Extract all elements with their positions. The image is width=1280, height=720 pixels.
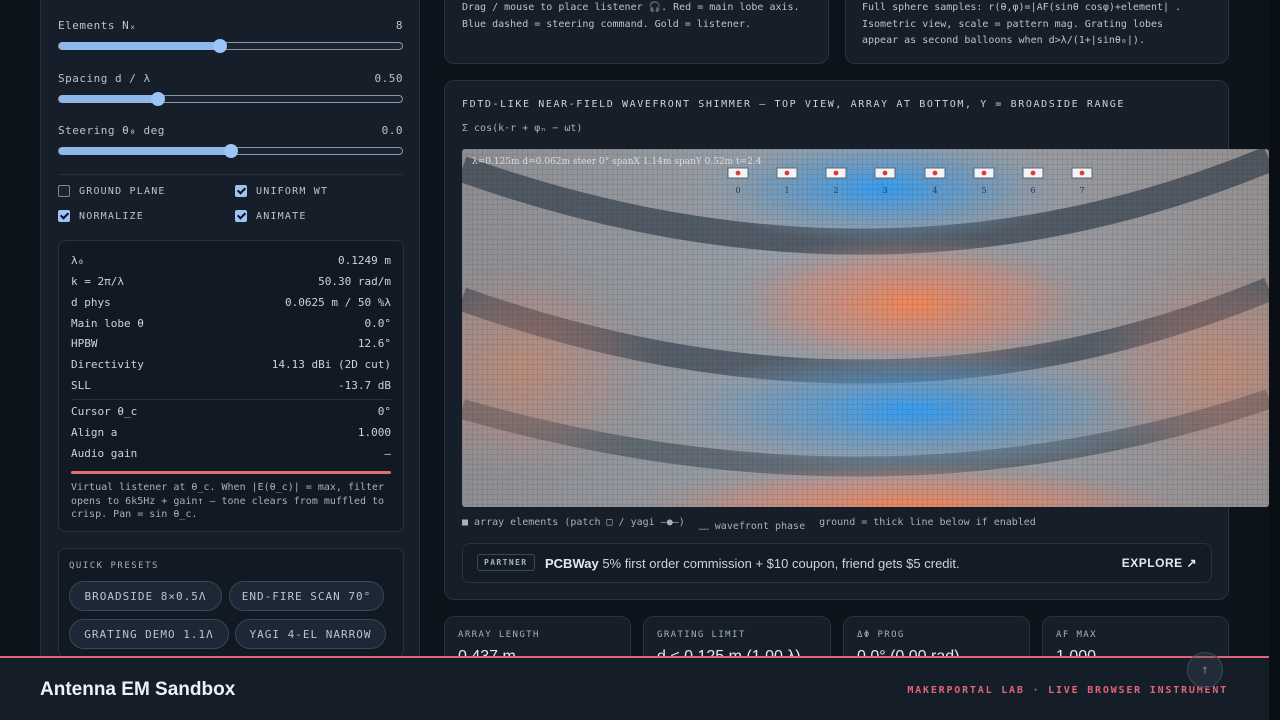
info-line: Isometric view, scale = pattern mag. Gra…: [862, 18, 1164, 30]
info-line: Full sphere samples: r(θ,φ)=|AF(sinθ cos…: [862, 2, 1182, 13]
preset-yagi-button[interactable]: YAGI 4-EL NARROW: [235, 619, 386, 649]
element-index: 2: [833, 186, 838, 195]
readout-panel: λ₀ 0.1249 m k = 2π/λ 50.30 rad/m d phys 0.0…: [58, 240, 404, 532]
info-card-pattern: Drag / mouse to place listener 🎧. Red = …: [444, 0, 829, 64]
window-edge: [1269, 0, 1280, 720]
stat-heading: ΔΦ PROG: [857, 630, 905, 640]
animate-checkbox[interactable]: ANIMATE: [235, 210, 307, 222]
readout-value: 0.0625 m / 50 %λ: [285, 296, 391, 309]
partner-banner[interactable]: PARTNER PCBWay 5% first order commission…: [462, 543, 1212, 583]
elements-track[interactable]: [58, 39, 403, 53]
uniform-wt-checkbox[interactable]: UNIFORM WT: [235, 185, 328, 197]
elements-value: 8: [395, 19, 403, 32]
readout-key: d phys: [71, 296, 111, 309]
readout-key: Main lobe θ: [71, 317, 144, 330]
readout-key: Cursor θ_c: [71, 405, 138, 418]
readout-value: 14.13 dBi (2D cut): [271, 358, 391, 371]
readout-value: 0.0°: [364, 317, 392, 330]
readout-value: 1.000: [357, 426, 391, 439]
steering-track[interactable]: [58, 144, 403, 158]
animate-box[interactable]: [235, 210, 247, 222]
elements-thumb[interactable]: [213, 39, 228, 53]
partner-badge: PARTNER: [477, 554, 535, 571]
element-index: 1: [784, 186, 789, 195]
preset-grating-button[interactable]: GRATING DEMO 1.1Λ: [69, 619, 229, 649]
steering-value: 0.0: [381, 124, 403, 137]
spacing-slider[interactable]: Spacing d / λ 0.50: [58, 72, 403, 106]
footer-bar: Antenna EM Sandbox MAKERPORTAL LAB · LIV…: [0, 656, 1269, 720]
quick-presets: QUICK PRESETS BROADSIDE 8×0.5Λ END-FIRE …: [58, 548, 404, 658]
steering-label: Steering θ₀ deg: [58, 124, 165, 137]
element-index: 3: [882, 186, 887, 195]
control-panel: Elements Nₓ 8 Spacing d / λ 0.50 Steering …: [40, 0, 420, 680]
lab-tagline: MAKERPORTAL LAB · LIVE BROWSER INSTRUMEN…: [907, 685, 1228, 696]
preset-broadside-button[interactable]: BROADSIDE 8×0.5Λ: [69, 581, 222, 611]
info-line: Drag / mouse to place listener 🎧. Red = …: [462, 2, 800, 13]
normalize-box[interactable]: [58, 210, 70, 222]
listener-note: Virtual listener at θ_c. When |E(θ_c)| =…: [71, 482, 385, 520]
spacing-track[interactable]: [58, 92, 403, 106]
uniform-wt-box[interactable]: [235, 185, 247, 197]
legend-ground: ground = thick line below if enabled: [819, 517, 1036, 528]
viz-legend: ■ array elements (patch □ / yagi —●—) ﹏ …: [462, 517, 1036, 532]
presets-title: QUICK PRESETS: [69, 561, 159, 571]
wavefront-svg[interactable]: λ=0.125m d=0.062m steer 0° spanX 1.14m s…: [462, 149, 1269, 507]
ground-plane-label: GROUND PLANE: [79, 185, 166, 197]
stat-heading: ARRAY LENGTH: [458, 630, 540, 640]
readout-value: 12.6°: [357, 337, 391, 350]
viz-title: FDTD-LIKE NEAR-FIELD WAVEFRONT SHIMMER —…: [462, 99, 1125, 110]
wavefront-canvas[interactable]: λ=0.125m d=0.062m steer 0° spanX 1.14m s…: [462, 149, 1269, 507]
spacing-thumb[interactable]: [151, 92, 166, 106]
element-index: 4: [932, 186, 937, 195]
readout-key: Directivity: [71, 358, 144, 371]
legend-wavefront: ﹏ wavefront phase: [698, 521, 806, 532]
readout-value: 50.30 rad/m: [318, 275, 391, 288]
preset-endfire-button[interactable]: END-FIRE SCAN 70°: [229, 581, 384, 611]
element-index: 6: [1030, 186, 1035, 195]
steering-slider[interactable]: Steering θ₀ deg 0.0: [58, 124, 403, 158]
info-line: Blue dashed = steering command. Gold = l…: [462, 18, 751, 30]
readout-value: 0.1249 m: [338, 254, 391, 267]
elements-label: Elements Nₓ: [58, 19, 137, 32]
audio-gain-bar: [71, 471, 391, 474]
explore-link[interactable]: EXPLORE ↗: [1122, 556, 1197, 570]
readout-key: k = 2π/λ: [71, 275, 124, 288]
readout-value: —: [384, 447, 391, 460]
readout-key: SLL: [71, 379, 91, 392]
field-overlay-text: λ=0.125m d=0.062m steer 0° spanX 1.14m s…: [472, 157, 762, 167]
readout-key: HPBW: [71, 337, 98, 350]
partner-text: 5% first order commission + $10 coupon, …: [602, 556, 960, 571]
ground-plane-box[interactable]: [58, 185, 70, 197]
readout-key: λ₀: [71, 254, 85, 267]
spacing-label: Spacing d / λ: [58, 72, 151, 85]
stat-heading: GRATING LIMIT: [657, 630, 746, 640]
uniform-wt-label: UNIFORM WT: [256, 185, 329, 197]
legend-elements: ■ array elements (patch □ / yagi —●—): [462, 517, 685, 528]
animate-label: ANIMATE: [256, 210, 307, 222]
scroll-top-button[interactable]: ↑: [1187, 652, 1223, 688]
element-index: 7: [1079, 186, 1084, 195]
readout-key: Audio gain: [71, 447, 138, 460]
stat-heading: AF MAX: [1056, 630, 1097, 640]
ground-plane-checkbox[interactable]: GROUND PLANE: [58, 185, 166, 197]
element-index: 0: [735, 186, 740, 195]
element-index: 5: [981, 186, 986, 195]
viz-formula: Σ cos(k·r + φₙ − ωt): [462, 123, 583, 134]
partner-brand: PCBWay: [545, 556, 599, 571]
info-card-sphere: Full sphere samples: r(θ,φ)=|AF(sinθ cos…: [845, 0, 1229, 64]
readout-value: -13.7 dB: [338, 379, 391, 392]
readout-key: Align a: [71, 426, 118, 439]
app-title: Antenna EM Sandbox: [40, 679, 236, 700]
readout-value: 0°: [377, 405, 391, 418]
normalize-checkbox[interactable]: NORMALIZE: [58, 210, 144, 222]
info-line: appear as second balloons when d>λ/(1+|s…: [862, 35, 1145, 46]
steering-thumb[interactable]: [223, 144, 238, 158]
normalize-label: NORMALIZE: [79, 210, 144, 222]
arrow-up-icon: ↑: [1200, 662, 1210, 678]
elements-slider[interactable]: Elements Nₓ 8: [58, 19, 403, 53]
spacing-value: 0.50: [374, 72, 403, 85]
